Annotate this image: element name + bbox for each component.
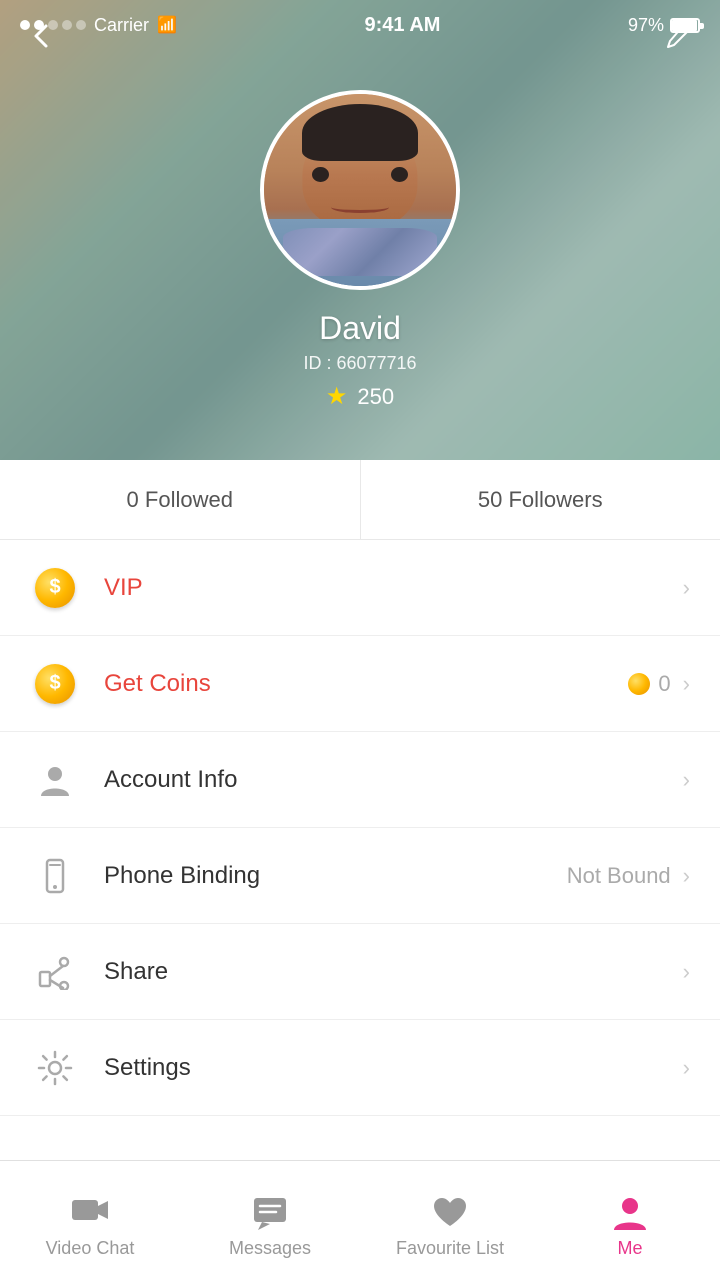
settings-label: Settings [104, 1054, 679, 1082]
share-icon [30, 947, 80, 997]
status-time: 9:41 AM [364, 14, 440, 37]
menu-item-get-coins[interactable]: $ Get Coins 0 › [0, 636, 720, 732]
profile-id: ID : 66077716 [0, 353, 720, 374]
vip-label: VIP [104, 574, 679, 602]
phone-binding-label: Phone Binding [104, 862, 567, 890]
get-coins-label: Get Coins [104, 670, 628, 698]
tab-video-chat-label: Video Chat [46, 1238, 135, 1259]
avatar-scarf [283, 228, 437, 276]
menu-item-phone-binding[interactable]: Phone Binding Not Bound › [0, 828, 720, 924]
account-info-chevron: › [683, 767, 690, 793]
profile-info: David ID : 66077716 ★ 250 [0, 310, 720, 411]
star-count: 250 [357, 384, 394, 410]
coin-icon-coins: $ [35, 664, 75, 704]
coin-icon-vip: $ [35, 568, 75, 608]
tab-me-label: Me [617, 1238, 642, 1259]
status-bar: Carrier 📶 9:41 AM 97% [0, 0, 720, 50]
tab-me[interactable]: Me [540, 1182, 720, 1259]
avatar-circle [260, 90, 460, 290]
profile-stars: ★ 250 [0, 382, 720, 411]
tab-messages[interactable]: Messages [180, 1182, 360, 1259]
wifi-icon: 📶 [157, 15, 177, 35]
phone-binding-right: Not Bound › [567, 863, 690, 889]
avatar [260, 90, 460, 290]
avatar-smile [331, 202, 389, 214]
back-button[interactable] [20, 14, 64, 58]
get-coins-right: 0 › [628, 671, 690, 697]
edit-button[interactable] [656, 14, 700, 58]
settings-icon [30, 1043, 80, 1093]
stats-bar: 0 Followed 50 Followers [0, 460, 720, 540]
menu-list: $ VIP › $ Get Coins 0 › Account Info › [0, 540, 720, 1160]
vip-chevron: › [683, 575, 690, 601]
avatar-hair [302, 104, 417, 162]
vip-right: › [679, 575, 690, 601]
avatar-eye-right [391, 167, 408, 182]
coin-badge-icon [628, 673, 650, 695]
vip-icon: $ [30, 563, 80, 613]
settings-chevron: › [683, 1055, 690, 1081]
share-label: Share [104, 958, 679, 986]
tab-bar: Video Chat Messages Favourite List Me [0, 1160, 720, 1280]
avatar-eyes [312, 167, 408, 182]
coins-count: 0 [658, 671, 670, 697]
avatar-face [264, 94, 456, 286]
carrier-text: Carrier [94, 15, 149, 36]
tab-messages-label: Messages [229, 1238, 311, 1259]
profile-name: David [0, 310, 720, 347]
tab-favourite-list-label: Favourite List [396, 1238, 504, 1259]
settings-right: › [679, 1055, 690, 1081]
followed-label: Followed [145, 487, 233, 513]
followers-count: 50 [478, 487, 502, 513]
phone-binding-chevron: › [683, 863, 690, 889]
tab-favourite-list[interactable]: Favourite List [360, 1182, 540, 1259]
share-chevron: › [683, 959, 690, 985]
not-bound-text: Not Bound [567, 863, 671, 889]
menu-item-share[interactable]: Share › [0, 924, 720, 1020]
menu-item-account-info[interactable]: Account Info › [0, 732, 720, 828]
account-info-right: › [679, 767, 690, 793]
account-info-label: Account Info [104, 766, 679, 794]
share-right: › [679, 959, 690, 985]
tab-video-chat[interactable]: Video Chat [0, 1182, 180, 1259]
followers-stat[interactable]: 50 Followers [361, 460, 720, 539]
phone-binding-icon [30, 851, 80, 901]
menu-item-vip[interactable]: $ VIP › [0, 540, 720, 636]
avatar-eye-left [312, 167, 329, 182]
get-coins-icon: $ [30, 659, 80, 709]
followed-count: 0 [127, 487, 139, 513]
account-info-icon [30, 755, 80, 805]
followed-stat[interactable]: 0 Followed [0, 460, 361, 539]
star-icon: ★ [326, 382, 348, 411]
menu-item-settings[interactable]: Settings › [0, 1020, 720, 1116]
get-coins-chevron: › [683, 671, 690, 697]
followers-label: Followers [508, 487, 602, 513]
